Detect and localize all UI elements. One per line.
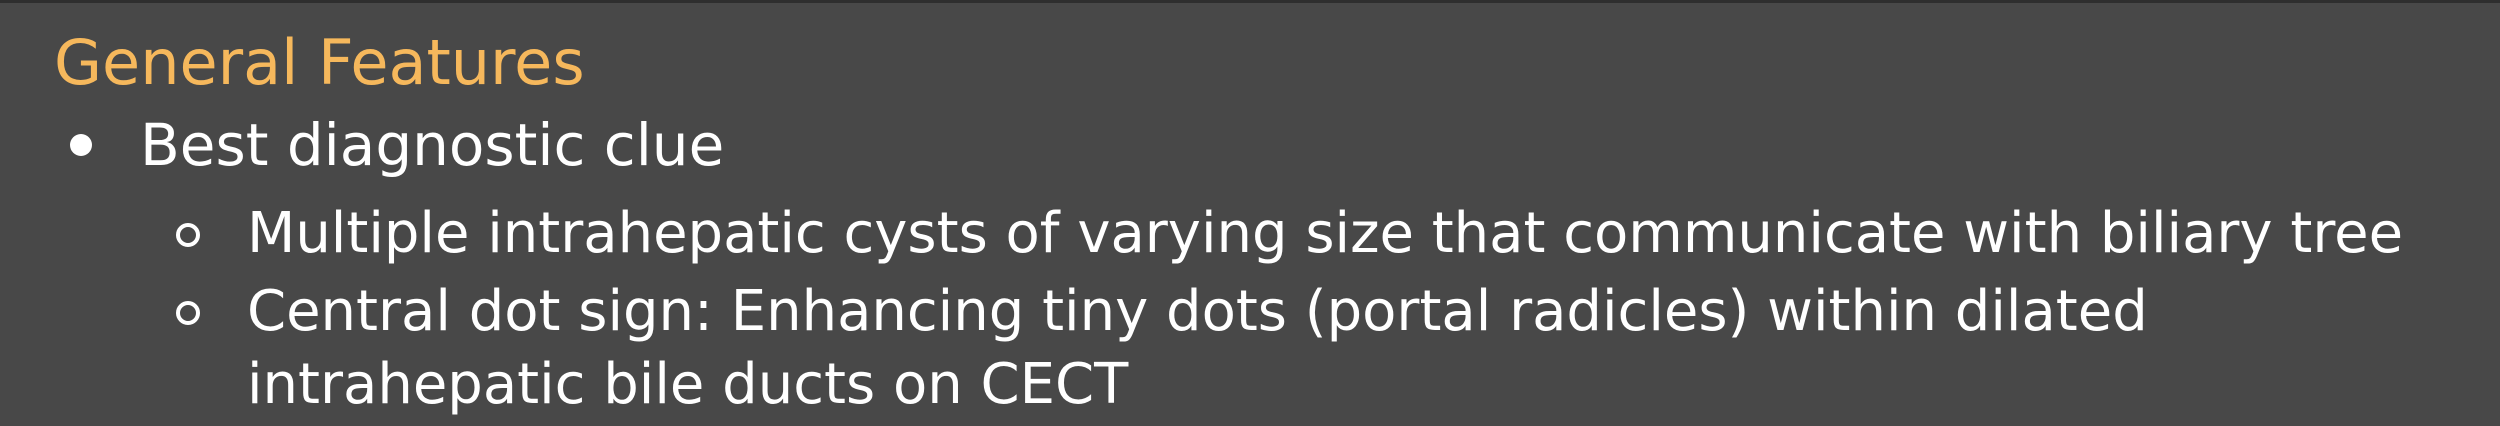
sub-list-item-text: Multiple intrahepatic cysts of varying s… xyxy=(247,201,2404,266)
filled-bullet-icon xyxy=(70,134,92,156)
list-item-text: Best diagnostic clue xyxy=(140,111,725,179)
hollow-bullet-icon xyxy=(176,301,200,325)
slide: General Features Best diagnostic clue Mu… xyxy=(0,0,2500,426)
hollow-bullet-icon xyxy=(176,223,200,247)
section-heading: General Features xyxy=(54,26,585,99)
sub-list-item-text: Central dot sign: Enhancing tiny dots (p… xyxy=(247,279,2148,417)
